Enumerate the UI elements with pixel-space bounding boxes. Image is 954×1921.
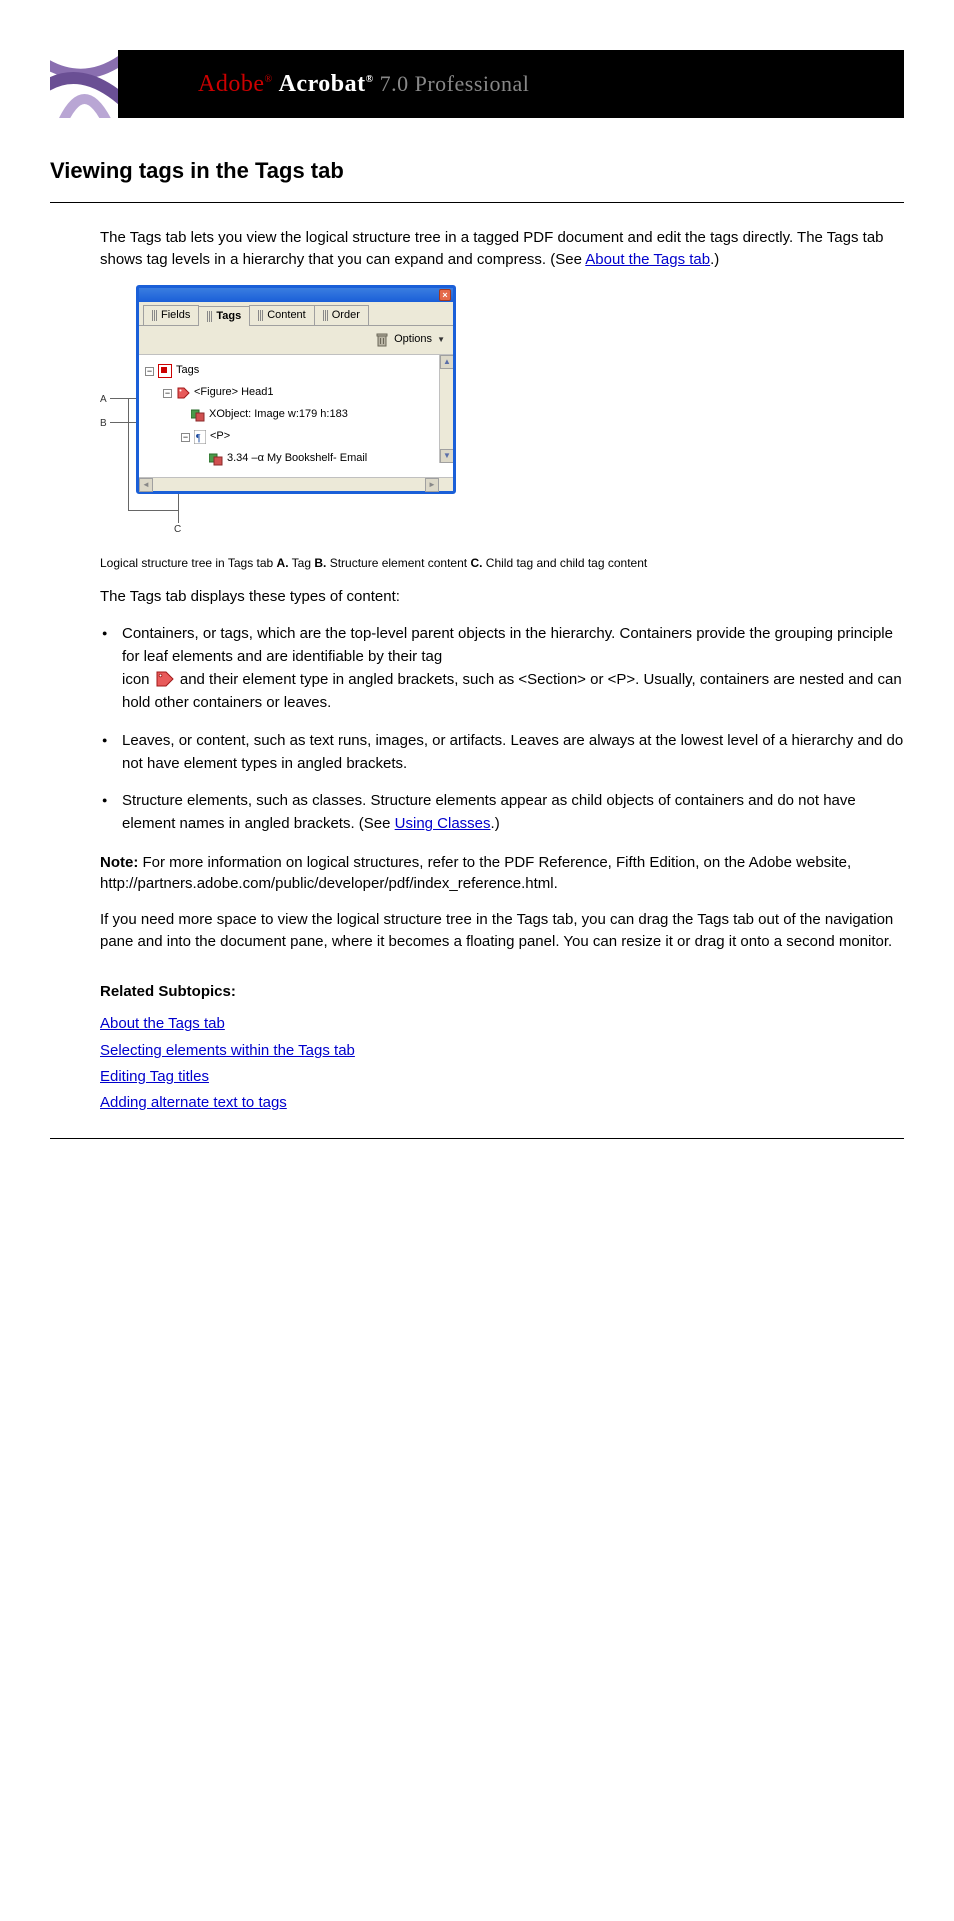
tags-root-icon xyxy=(158,364,172,378)
page-title: Viewing tags in the Tags tab xyxy=(50,158,904,184)
intro-paragraph: The Tags tab lets you view the logical s… xyxy=(100,227,904,271)
link-using-classes[interactable]: Using Classes xyxy=(395,815,491,832)
callout-c-label: C xyxy=(174,523,181,538)
product-title: Adobe® Acrobat® 7.0 Professional xyxy=(118,50,904,118)
scroll-down-icon[interactable]: ▼ xyxy=(440,449,453,463)
defs-intro: The Tags tab displays these types of con… xyxy=(100,586,904,608)
related-subtopics-heading: Related Subtopics: xyxy=(100,981,904,1003)
product-banner: Adobe® Acrobat® 7.0 Professional xyxy=(50,50,904,118)
content-object-icon xyxy=(191,408,205,422)
vertical-scrollbar[interactable]: ▲ ▼ xyxy=(439,355,453,463)
paragraph-tag-icon: ¶ xyxy=(194,430,206,444)
tab-grip-icon xyxy=(323,310,329,321)
list-item-leaves: Leaves, or content, such as text runs, i… xyxy=(100,729,904,776)
panel-tree: − Tags − <Figure> Head1 xyxy=(139,355,453,477)
callout-c-hline1 xyxy=(128,510,178,511)
figure-caption: Logical structure tree in Tags tab A. Ta… xyxy=(100,555,904,572)
tab-grip-icon xyxy=(258,310,264,321)
bottom-rule xyxy=(50,1138,904,1139)
scroll-up-icon[interactable]: ▲ xyxy=(440,355,453,369)
related-subtopics-list: About the Tags tab Selecting elements wi… xyxy=(100,1012,904,1114)
trash-icon[interactable] xyxy=(376,333,388,347)
list-item-containers: Containers, or tags, which are the top-l… xyxy=(100,622,904,715)
panel-toolbar: Options ▼ xyxy=(139,326,453,355)
tree-p-tag[interactable]: − ¶ <P> xyxy=(145,426,449,448)
tree-collapse-icon[interactable]: − xyxy=(163,389,172,398)
callout-ab-vline xyxy=(128,398,129,510)
tab-grip-icon xyxy=(152,310,158,321)
title-rule xyxy=(50,202,904,203)
tag-icon xyxy=(154,668,176,688)
tip-paragraph: If you need more space to view the logic… xyxy=(100,909,904,953)
options-menu[interactable]: Options ▼ xyxy=(394,332,445,348)
tab-fields[interactable]: Fields xyxy=(143,305,199,326)
tab-content[interactable]: Content xyxy=(249,305,315,326)
content-types-list: Containers, or tags, which are the top-l… xyxy=(100,622,904,836)
link-about-tags-tab[interactable]: About the Tags tab xyxy=(100,1015,225,1032)
link-editing-tag-titles[interactable]: Editing Tag titles xyxy=(100,1068,209,1085)
tree-collapse-icon[interactable]: − xyxy=(181,433,190,442)
content-object-icon xyxy=(209,452,223,466)
tag-icon xyxy=(176,386,190,400)
chevron-down-icon: ▼ xyxy=(437,335,445,344)
tree-figure-tag[interactable]: − <Figure> Head1 xyxy=(145,382,449,404)
tab-tags[interactable]: Tags xyxy=(198,306,250,327)
tab-grip-icon xyxy=(207,311,213,322)
tree-leaf-content[interactable]: 3.34 –α My Bookshelf- Email xyxy=(145,448,449,470)
callout-a-label: A xyxy=(100,393,107,408)
tree-root[interactable]: − Tags xyxy=(145,360,449,382)
list-item-structure: Structure elements, such as classes. Str… xyxy=(100,789,904,836)
tab-order[interactable]: Order xyxy=(314,305,369,326)
link-adding-alternate-text[interactable]: Adding alternate text to tags xyxy=(100,1094,287,1111)
horizontal-scrollbar[interactable]: ◄ ► xyxy=(139,477,453,491)
tags-panel-figure: A B C × Fields Tags Content Order xyxy=(100,285,904,545)
product-logo xyxy=(50,50,118,118)
note-paragraph: Note: For more information on logical st… xyxy=(100,852,904,896)
tags-panel: × Fields Tags Content Order Options ▼ xyxy=(136,285,456,495)
scroll-left-icon[interactable]: ◄ xyxy=(139,478,153,492)
panel-titlebar: × xyxy=(139,288,453,302)
close-icon[interactable]: × xyxy=(439,289,451,301)
tree-collapse-icon[interactable]: − xyxy=(145,367,154,376)
panel-tabstrip: Fields Tags Content Order xyxy=(139,302,453,327)
scroll-right-icon[interactable]: ► xyxy=(425,478,439,492)
link-about-tags-tab-inline[interactable]: About the Tags tab xyxy=(585,251,710,268)
callout-b-label: B xyxy=(100,417,107,432)
link-selecting-elements[interactable]: Selecting elements within the Tags tab xyxy=(100,1042,355,1059)
tree-xobject[interactable]: XObject: Image w:179 h:183 xyxy=(145,404,449,426)
svg-text:¶: ¶ xyxy=(196,433,201,444)
